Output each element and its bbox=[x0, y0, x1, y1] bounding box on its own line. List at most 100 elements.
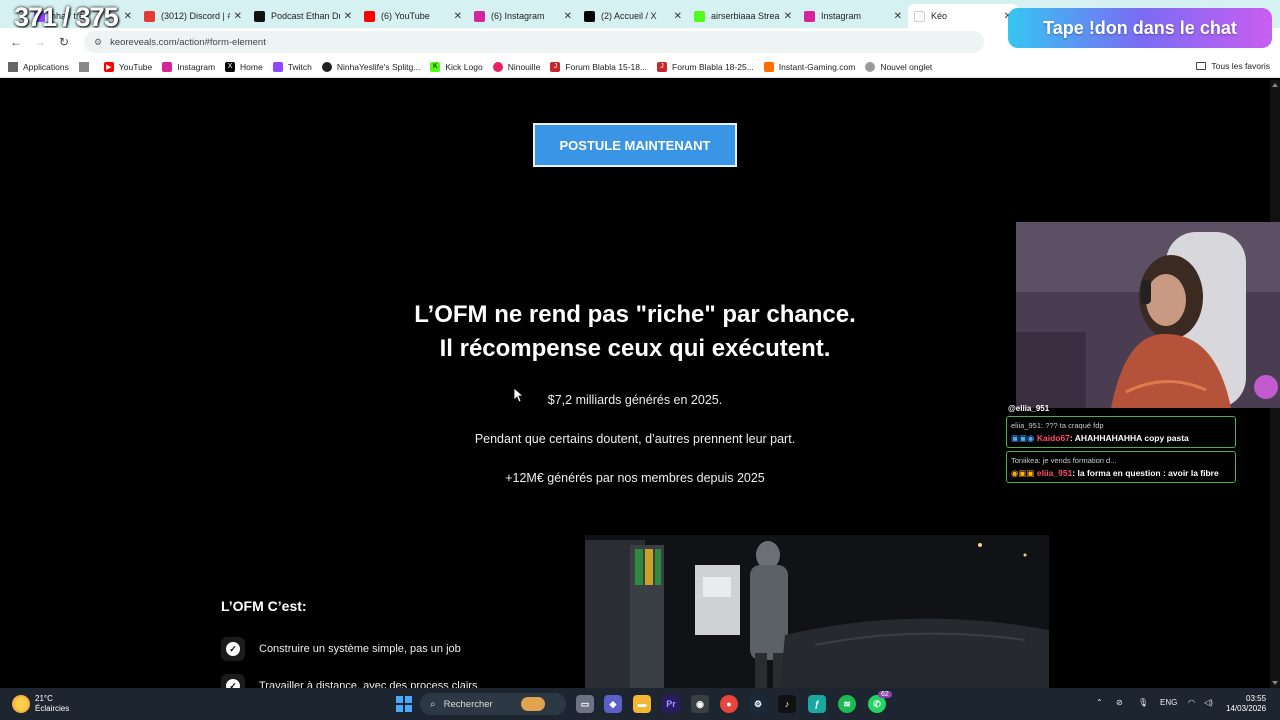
instant-gaming-icon bbox=[763, 61, 774, 72]
bookmark-label: Nouvel onglet bbox=[880, 61, 933, 72]
close-icon[interactable]: ✕ bbox=[784, 11, 792, 22]
tab-3[interactable]: Podcast Ethan Dub ✕ bbox=[248, 4, 358, 28]
bookmark-ninouille[interactable]: Ninouille bbox=[492, 61, 541, 72]
feature-item: ✓ Travailler à distance, avec des proces… bbox=[221, 674, 477, 688]
weather-widget[interactable]: 21°C Éclaircies bbox=[12, 694, 69, 714]
weather-condition: Éclaircies bbox=[35, 704, 70, 713]
network-off-icon[interactable]: ⊘ bbox=[1116, 698, 1123, 707]
bookmark-home[interactable]: X Home bbox=[225, 61, 263, 72]
bookmark-forum-18-25[interactable]: J Forum Blabla 18-25... bbox=[657, 61, 754, 72]
clock-date: 14/03/2026 bbox=[1226, 704, 1267, 713]
page-headline: L’OFM ne rend pas "riche" par chance. Il… bbox=[335, 298, 935, 366]
grid-icon bbox=[78, 61, 89, 72]
steam-icon[interactable]: ⚙ bbox=[749, 695, 767, 713]
bookmark-forum-15-18[interactable]: J Forum Blabla 15-18... bbox=[550, 61, 648, 72]
back-icon[interactable]: ← bbox=[4, 35, 28, 49]
badge-icon: ▣▣◉ bbox=[1011, 433, 1037, 443]
reload-icon[interactable]: ↻ bbox=[52, 35, 76, 49]
forward-icon[interactable]: → bbox=[28, 35, 52, 49]
bookmark-label: Applications bbox=[23, 61, 69, 72]
search-icon: ⌕ bbox=[430, 698, 436, 710]
close-icon[interactable]: ✕ bbox=[124, 11, 132, 22]
scroll-down-icon[interactable] bbox=[1272, 681, 1278, 685]
search-label: Rechercher bbox=[443, 698, 493, 710]
youtube-icon bbox=[364, 10, 375, 22]
chat-reply-context: eliia_951: ??? ta craqué fdp bbox=[1011, 421, 1104, 430]
tab-title: Podcast Ethan Dub bbox=[271, 11, 340, 21]
clock[interactable]: 03:55 14/03/2026 bbox=[1226, 694, 1266, 714]
close-icon[interactable]: ✕ bbox=[344, 11, 352, 22]
site-info-icon[interactable]: ⚙ bbox=[94, 37, 102, 48]
donate-banner: Tape !don dans le chat bbox=[1008, 8, 1272, 48]
kick-icon: K bbox=[430, 61, 441, 72]
close-icon[interactable]: ✕ bbox=[674, 11, 682, 22]
tab-6[interactable]: (2) Accueil / X ✕ bbox=[578, 4, 688, 28]
tab-2[interactable]: (3012) Discord | # ✕ bbox=[138, 4, 248, 28]
check-icon: ✓ bbox=[221, 674, 245, 688]
tiktok-icon[interactable]: ♪ bbox=[778, 695, 796, 713]
tab-7[interactable]: airserbiaaa Stream ✕ bbox=[688, 4, 798, 28]
bookmark-label: Ninouille bbox=[507, 61, 541, 72]
bookmark-twitch[interactable]: Twitch bbox=[272, 61, 312, 72]
app-icon[interactable]: ƒ bbox=[808, 695, 826, 713]
apps-icon bbox=[8, 61, 18, 72]
clock-time: 03:55 bbox=[1246, 694, 1267, 703]
chrome-icon[interactable]: ● bbox=[720, 695, 738, 713]
bookmark-instant-gaming[interactable]: Instant-Gaming.com bbox=[763, 61, 855, 72]
apply-now-button[interactable]: POSTULE MAINTENANT bbox=[533, 123, 737, 167]
file-explorer-icon[interactable]: ▬ bbox=[633, 695, 651, 713]
x-icon: X bbox=[225, 61, 236, 72]
obs-icon[interactable]: ◉ bbox=[691, 695, 709, 713]
screen: nha / tre ✕ (3012) Discord | # ✕ Podcast E… bbox=[0, 0, 1280, 720]
windows-start-icon[interactable] bbox=[396, 696, 412, 712]
chat-username: eliia_951 bbox=[1036, 468, 1073, 478]
bookmark-label: Forum Blabla 18-25... bbox=[672, 61, 754, 72]
headline-line-1: L’OFM ne rend pas "riche" par chance. bbox=[414, 301, 856, 328]
task-view-icon[interactable]: ▭ bbox=[576, 695, 594, 713]
wifi-icon[interactable]: ◠ bbox=[1188, 698, 1195, 707]
folder-icon bbox=[1196, 62, 1207, 70]
weather-temp: 21°C bbox=[35, 694, 53, 703]
language-indicator[interactable]: ENG bbox=[1160, 698, 1177, 707]
all-bookmarks[interactable]: Tous les favoris bbox=[1196, 61, 1270, 71]
bookmark-label: Home bbox=[240, 61, 263, 72]
tab-title: Kéo bbox=[931, 11, 948, 21]
url-field[interactable]: ⚙ keoreveals.com/action#form-element bbox=[84, 31, 984, 53]
tab-8[interactable]: Instagram ✕ bbox=[798, 4, 908, 28]
streamer-webcam bbox=[1016, 222, 1280, 408]
tab-4[interactable]: (6) YouTube ✕ bbox=[358, 4, 468, 28]
bookmark-label: Instagram bbox=[177, 61, 216, 72]
chat-header: @eliia_951 bbox=[1008, 404, 1050, 413]
tab-9-active[interactable]: Kéo✕ bbox=[908, 4, 1018, 28]
bookmark-grid[interactable] bbox=[78, 61, 94, 72]
taskbar-search[interactable]: ⌕ Rechercher bbox=[420, 693, 566, 715]
volume-icon[interactable]: ◁) bbox=[1204, 698, 1213, 707]
bookmark-instagram[interactable]: Instagram bbox=[162, 61, 216, 72]
scroll-up-icon[interactable] bbox=[1272, 83, 1278, 87]
bookmark-applications[interactable]: Applications bbox=[8, 61, 69, 72]
check-icon: ✓ bbox=[221, 637, 245, 661]
tray-chevron-icon[interactable]: ⌃ bbox=[1096, 698, 1103, 707]
tab-5[interactable]: (6) Instagram ✕ bbox=[468, 4, 578, 28]
close-icon[interactable]: ✕ bbox=[454, 11, 462, 22]
bookmark-splitgate[interactable]: NinhaYeslife's Splitg... bbox=[321, 61, 420, 72]
chat-text: : AHAHHAHAHHA copy pasta bbox=[1069, 433, 1189, 443]
gas-station-photo bbox=[585, 535, 1049, 688]
copilot-icon[interactable]: ◆ bbox=[604, 695, 622, 713]
chat-reply-context: Toniikea: je vends formation d... bbox=[1011, 456, 1117, 465]
microphone-icon[interactable]: 🎙 bbox=[1138, 698, 1148, 707]
bookmark-label: Forum Blabla 15-18... bbox=[565, 61, 648, 72]
feature-text: Travailler à distance, avec des process … bbox=[259, 680, 478, 688]
stream-chat: @eliia_951 eliia_951: ??? ta craqué fdp … bbox=[1006, 404, 1236, 483]
close-icon[interactable]: ✕ bbox=[894, 11, 902, 22]
chat-message: eliia_951: ??? ta craqué fdp ▣▣◉ Kaido67… bbox=[1006, 416, 1236, 448]
premiere-pro-icon[interactable]: Pr bbox=[662, 695, 680, 713]
bookmarks-bar: Applications ▶ YouTube Instagram X Home Tw… bbox=[0, 56, 1280, 78]
close-icon[interactable]: ✕ bbox=[234, 11, 242, 22]
bookmark-youtube[interactable]: ▶ YouTube bbox=[103, 61, 152, 72]
bookmark-kick[interactable]: K Kick Logo bbox=[430, 61, 483, 72]
windows-taskbar: 21°C Éclaircies ⌕ Rechercher ▭ ◆ ▬ Pr ◉ ● … bbox=[0, 688, 1280, 720]
spotify-icon[interactable]: ≋ bbox=[838, 695, 856, 713]
close-icon[interactable]: ✕ bbox=[564, 11, 572, 22]
bookmark-new-tab[interactable]: Nouvel onglet bbox=[865, 61, 933, 72]
